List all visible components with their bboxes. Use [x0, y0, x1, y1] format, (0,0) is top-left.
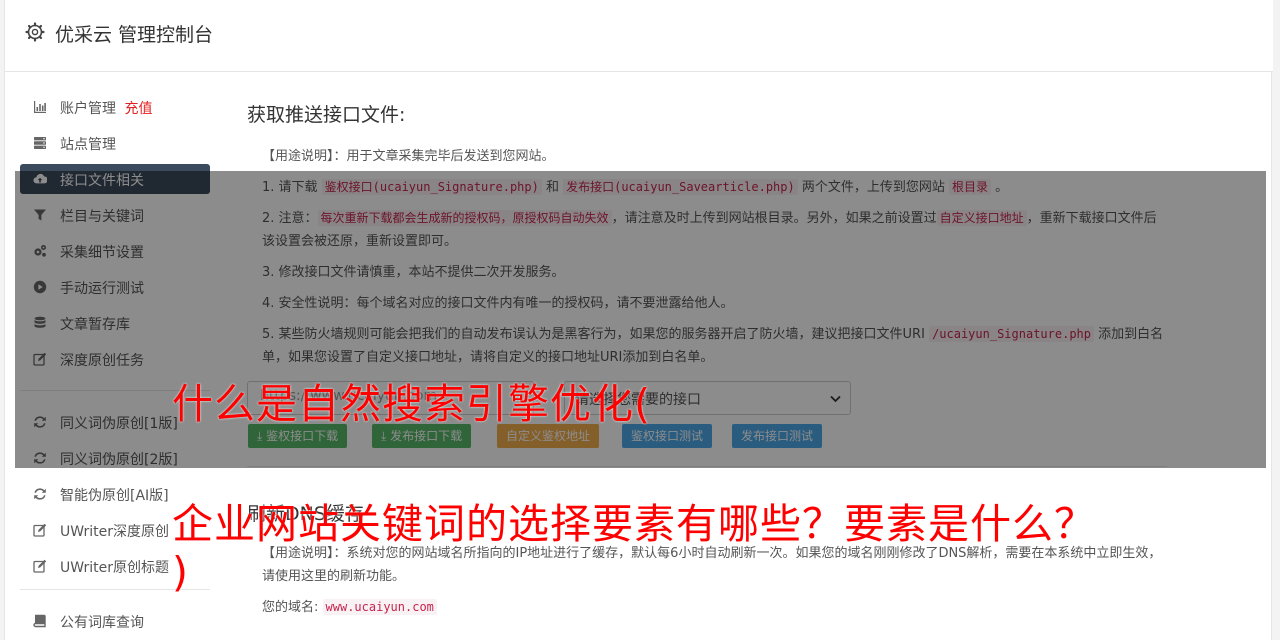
- domain-row: 您的域名: www.ucaiyun.com: [262, 596, 1167, 619]
- sidebar-item-public-lexicon[interactable]: 公有词库查询: [20, 606, 210, 636]
- sidebar-item-label: UWriter深度原创: [60, 524, 169, 540]
- sidebar-item-account[interactable]: 账户管理 充值: [20, 92, 210, 122]
- app-title: 优采云 管理控制台: [55, 24, 214, 46]
- domain-label: 您的域名:: [262, 600, 319, 615]
- section-title-interface: 获取推送接口文件:: [247, 104, 406, 126]
- sidebar-item-sites[interactable]: 站点管理: [20, 128, 210, 158]
- book-icon: [33, 614, 46, 628]
- usage-note: 【用途说明】：用于文章采集完毕后发送到您网站。: [262, 149, 555, 164]
- top-bar: 优采云 管理控制台: [5, 0, 1273, 72]
- sidebar-item-label: 账户管理: [60, 101, 116, 117]
- domain-value: www.ucaiyun.com: [322, 599, 437, 615]
- bar-chart-icon: [34, 101, 46, 113]
- overlay-text-line3: ): [172, 548, 189, 596]
- edit-icon: [33, 559, 47, 573]
- sidebar-item-label: UWriter原创标题: [60, 560, 169, 576]
- gear-icon: [25, 22, 45, 42]
- sidebar-item-label: 公有词库查询: [60, 615, 144, 631]
- recharge-link[interactable]: 充值: [124, 101, 152, 117]
- server-icon: [34, 137, 46, 149]
- refresh-icon: [34, 488, 46, 500]
- overlay-text-line2: 企业网站关键词的选择要素有哪些？要素是什么？: [172, 500, 1096, 548]
- sidebar-item-label: 智能伪原创[AI版]: [60, 488, 169, 504]
- overlay-text-line1: 什么是自然搜索引擎优化(: [172, 380, 651, 428]
- edit-icon: [33, 523, 47, 537]
- sidebar-item-label: 站点管理: [60, 137, 116, 153]
